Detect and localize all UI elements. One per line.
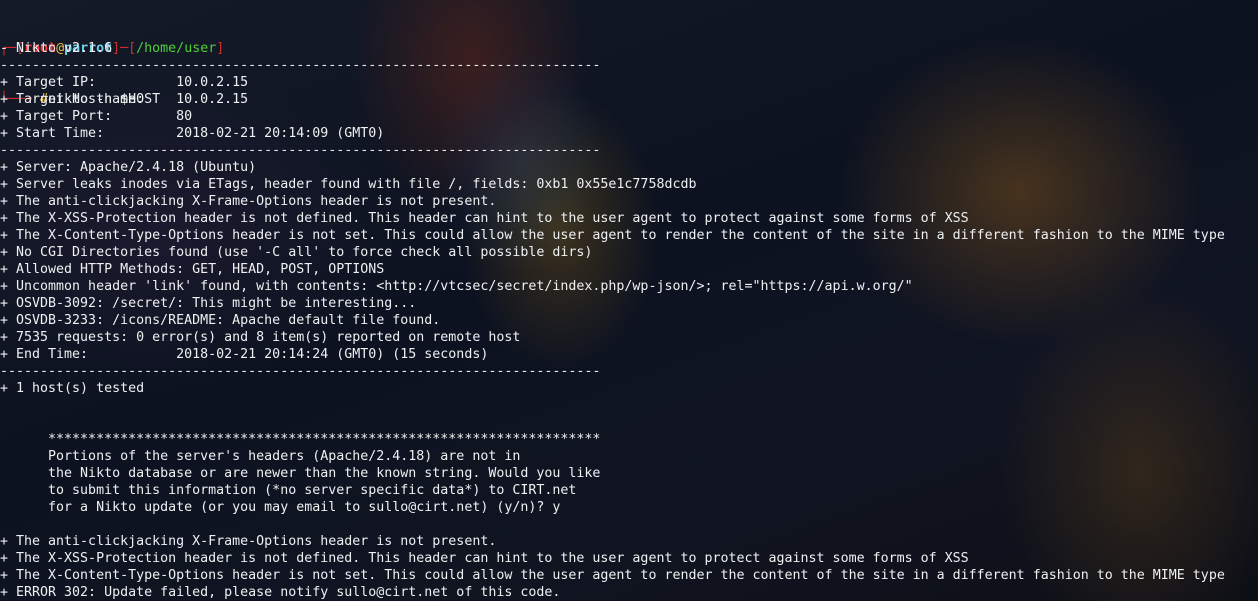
terminal-output: - Nikto v2.1.6 --------------------------… [0, 40, 1225, 601]
output-line: + Server leaks inodes via ETags, header … [0, 177, 697, 192]
output-line: for a Nikto update (or you may email to … [0, 500, 561, 515]
output-line: + 1 host(s) tested [0, 381, 145, 396]
output-line: ----------------------------------------… [0, 364, 601, 379]
output-line: ****************************************… [0, 432, 601, 447]
output-line: Portions of the server's headers (Apache… [0, 449, 521, 464]
output-line: + The anti-clickjacking X-Frame-Options … [0, 194, 497, 209]
output-line: + OSVDB-3092: /secret/: This might be in… [0, 296, 417, 311]
output-line: + ERROR 302: Update failed, please notif… [0, 585, 561, 600]
output-line: to submit this information (*no server s… [0, 483, 577, 498]
output-line: + The anti-clickjacking X-Frame-Options … [0, 534, 497, 549]
output-line: + The X-Content-Type-Options header is n… [0, 568, 1225, 583]
output-line: + Allowed HTTP Methods: GET, HEAD, POST,… [0, 262, 385, 277]
output-line: + No CGI Directories found (use '-C all'… [0, 245, 593, 260]
output-line: + The X-XSS-Protection header is not def… [0, 211, 969, 226]
output-line: + The X-Content-Type-Options header is n… [0, 228, 1225, 243]
output-line: + The X-XSS-Protection header is not def… [0, 551, 969, 566]
output-line: - Nikto v2.1.6 [0, 41, 113, 56]
output-line: + OSVDB-3233: /icons/README: Apache defa… [0, 313, 441, 328]
output-line: + Uncommon header 'link' found, with con… [0, 279, 913, 294]
output-line: + 7535 requests: 0 error(s) and 8 item(s… [0, 330, 521, 345]
output-line: + Start Time: 2018-02-21 20:14:09 (GMT0) [0, 126, 385, 141]
terminal-window[interactable]: ┌─[root@parrot]─[/home/user] └──╼ #nikto… [0, 0, 1258, 601]
output-line: + Server: Apache/2.4.18 (Ubuntu) [0, 160, 257, 175]
output-line: + End Time: 2018-02-21 20:14:24 (GMT0) (… [0, 347, 489, 362]
output-line: + Target Hostname: 10.0.2.15 [0, 92, 249, 107]
output-line: the Nikto database or are newer than the… [0, 466, 601, 481]
output-line: ----------------------------------------… [0, 143, 601, 158]
output-line: + Target Port: 80 [0, 109, 193, 124]
output-line: ----------------------------------------… [0, 58, 601, 73]
output-line: + Target IP: 10.0.2.15 [0, 75, 249, 90]
